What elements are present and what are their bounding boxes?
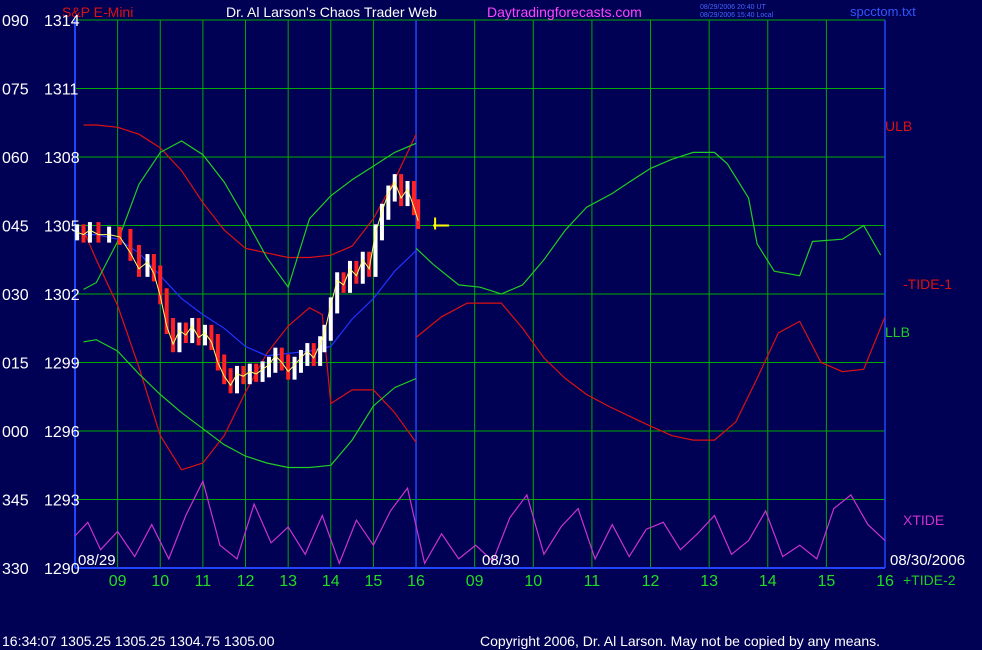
y-label-right: 1290 xyxy=(44,561,80,578)
y-axis-labels: 090 1314 075 1311 060 1308 045 1305 030 1302 015 12… xyxy=(2,13,80,578)
x-axis-labels: 09 10 11 12 13 14 15 16 09 10 11 12 13 14 15 16 xyxy=(109,573,894,590)
y-label-right: 1314 xyxy=(44,13,80,30)
x-tick-label: 09 xyxy=(109,573,127,590)
x-tick-label: 16 xyxy=(407,573,425,590)
chart-grid xyxy=(74,19,886,569)
footer-copyright: Copyright 2006, Dr. Al Larson. May not b… xyxy=(480,633,880,649)
label-xtide: XTIDE xyxy=(903,512,944,528)
chart-title: Dr. Al Larson's Chaos Trader Web xyxy=(226,4,437,20)
chart-canvas: S&P E-Mini Dr. Al Larson's Chaos Trader … xyxy=(2,4,965,649)
x-tick-label: 14 xyxy=(322,573,340,590)
x-tick-label: 12 xyxy=(237,573,255,590)
timestamp-local: 08/29/2006 15:40 Local xyxy=(700,12,774,19)
x-tick-label: 11 xyxy=(584,573,601,590)
label-tide-1: -TIDE-1 xyxy=(903,276,952,292)
label-llb: LLB xyxy=(885,324,910,340)
y-label-left: 030 xyxy=(2,287,29,304)
label-tide-2: +TIDE-2 xyxy=(903,572,956,588)
series-green_lower xyxy=(83,339,417,469)
x-tick-label: 12 xyxy=(642,573,660,590)
y-label-left: 045 xyxy=(2,219,29,236)
y-label-right: 1311 xyxy=(44,82,79,99)
series-tide2_forecast xyxy=(415,151,882,295)
y-label-right: 1299 xyxy=(44,356,80,373)
file-name: spcctom.txt xyxy=(850,4,916,19)
x-tick-label: 10 xyxy=(524,573,542,590)
x-tick-label: 13 xyxy=(279,573,297,590)
date-label-end: 08/30/2006 xyxy=(890,552,965,569)
y-label-left: 345 xyxy=(2,493,29,510)
y-label-left: 090 xyxy=(2,13,29,30)
y-label-left: 015 xyxy=(2,356,29,373)
series-layer xyxy=(74,124,886,566)
site-name: Daytradingforecasts.com xyxy=(487,4,642,20)
y-label-right: 1308 xyxy=(44,150,80,167)
y-label-right: 1296 xyxy=(44,424,80,441)
date-label-start: 08/29 xyxy=(78,552,116,569)
x-tick-label: 14 xyxy=(759,573,777,590)
y-label-right: 1302 xyxy=(44,287,80,304)
date-label-mid: 08/30 xyxy=(482,552,520,569)
series-blue_avg xyxy=(83,234,417,357)
series-green_upper xyxy=(83,140,417,290)
x-tick-label: 10 xyxy=(151,573,169,590)
y-label-right: 1293 xyxy=(44,493,80,510)
x-tick-label: 16 xyxy=(876,573,894,590)
footer-quote: 16:34:07 1305.25 1305.25 1304.75 1305.00 xyxy=(2,633,275,649)
y-label-left: 060 xyxy=(2,150,29,167)
y-label-left: 075 xyxy=(2,82,29,99)
x-tick-label: 11 xyxy=(195,573,212,590)
x-tick-label: 13 xyxy=(700,573,718,590)
series-red_upper xyxy=(83,124,417,259)
x-tick-label: 15 xyxy=(817,573,835,590)
series-xtide xyxy=(74,479,886,566)
label-ulb: ULB xyxy=(885,118,912,134)
x-tick-label: 09 xyxy=(466,573,484,590)
series-red_lower xyxy=(82,229,417,471)
x-tick-label: 15 xyxy=(365,573,383,590)
y-label-left: 330 xyxy=(2,561,29,578)
timestamp-ut: 08/29/2006 20:40 UT xyxy=(700,4,766,11)
y-label-right: 1305 xyxy=(44,219,80,236)
y-label-left: 000 xyxy=(2,424,29,441)
